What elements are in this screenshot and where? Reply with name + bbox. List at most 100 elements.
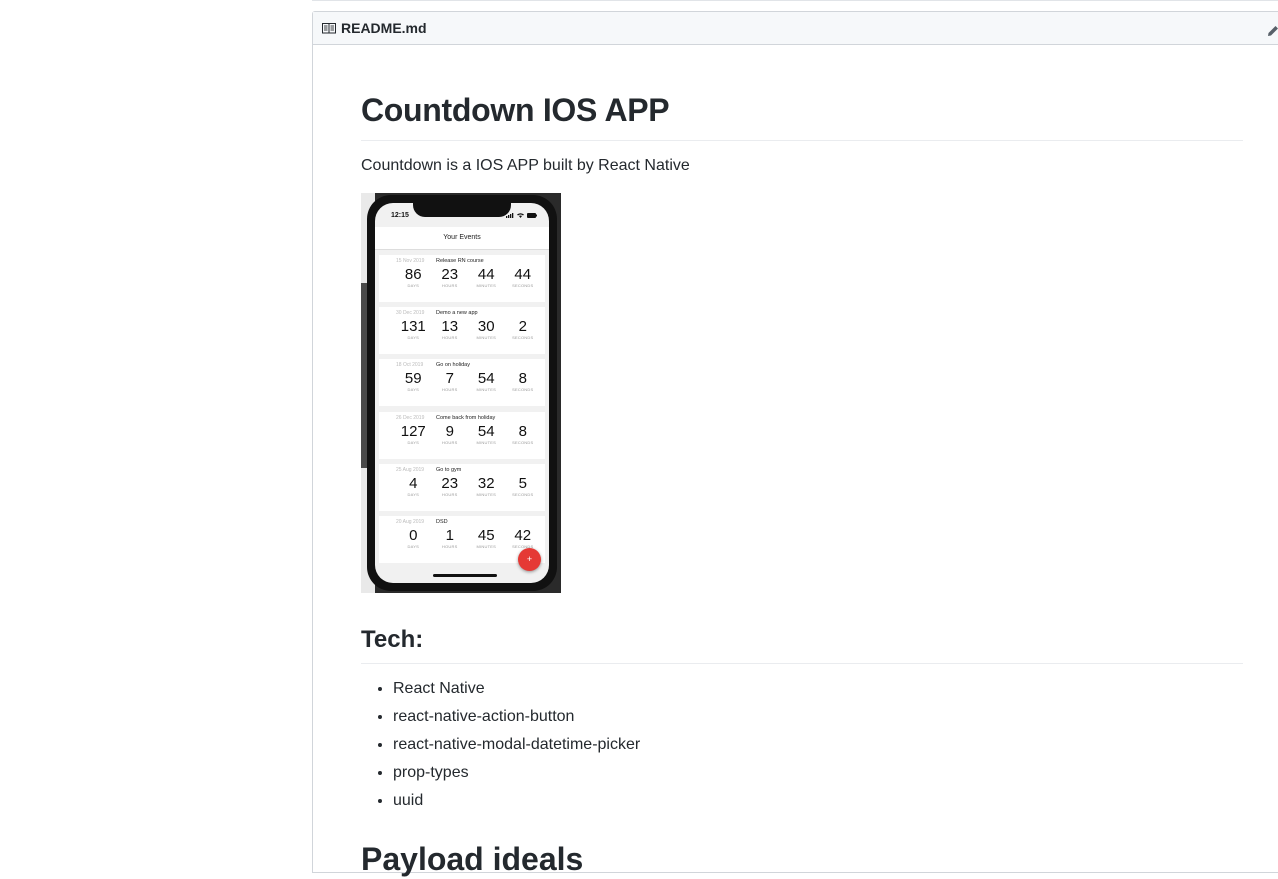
countdown-unit: DAYS xyxy=(407,387,419,393)
event-date: 26 Dec 2019 xyxy=(396,414,425,421)
countdown-column: 8 SECONDS xyxy=(505,422,542,445)
countdown-unit: DAYS xyxy=(407,439,419,445)
app-screenshot-image: 12:15 Your Events 15 Nov 2019 Release RN… xyxy=(361,193,561,593)
tech-list-item: React Native xyxy=(393,679,640,699)
tech-list-item: react-native-action-button xyxy=(393,707,640,727)
countdown-unit: SECONDS xyxy=(512,439,534,445)
countdown-value: 13 xyxy=(441,318,459,336)
countdown-unit: DAYS xyxy=(407,283,419,288)
event-card: 30 Dec 2019 Demo a new app 131 DAYS 13 HOURS 3… xyxy=(379,307,545,355)
countdown-unit: HOURS xyxy=(442,335,458,341)
countdown-value: 127 xyxy=(400,422,426,440)
countdown-value: 59 xyxy=(404,370,422,388)
countdown-value: 54 xyxy=(477,422,495,440)
event-date: 15 Nov 2019 xyxy=(396,258,425,264)
countdown-value: 0 xyxy=(409,526,418,544)
countdown-value: 5 xyxy=(518,474,527,492)
pencil-icon[interactable] xyxy=(1267,24,1278,36)
countdown-column: 42 SECONDS xyxy=(505,526,542,549)
countdown-column: 13 HOURS xyxy=(432,318,469,341)
countdown-value: 2 xyxy=(518,318,527,336)
countdown-column: 5 SECONDS xyxy=(505,474,542,497)
countdown-column: 59 DAYS xyxy=(395,370,432,393)
countdown-column: 4 DAYS xyxy=(395,475,432,497)
countdown-value: 131 xyxy=(400,318,426,336)
event-title: DSD xyxy=(436,518,448,525)
countdown-column: 45 MINUTES xyxy=(468,527,505,549)
readme-panel: README.md Countdown IOS APP Countdown is… xyxy=(312,11,1278,877)
countdown-unit: MINUTES xyxy=(476,387,496,393)
countdown-column: 131 DAYS xyxy=(395,318,432,341)
event-card: 25 Aug 2019 Go to gym 4 DAYS 23 HOURS 32 MINUTE… xyxy=(379,463,545,511)
countdown-value: 7 xyxy=(445,370,454,388)
status-time: 12:15 xyxy=(391,212,409,219)
countdown-column: 86 DAYS xyxy=(395,267,432,289)
countdown-column: 8 SECONDS xyxy=(505,371,542,393)
add-event-button: + xyxy=(518,548,541,571)
top-divider xyxy=(312,0,1278,1)
event-date: 30 Dec 2019 xyxy=(396,310,425,317)
countdown-value: 23 xyxy=(441,474,459,492)
countdown-column: 30 MINUTES xyxy=(468,318,505,341)
countdown-unit: MINUTES xyxy=(476,491,496,497)
event-date: 18 Oct 2019 xyxy=(396,362,424,369)
countdown-value: 30 xyxy=(477,318,495,336)
readme-header: README.md xyxy=(313,12,1278,45)
event-countdown: 59 DAYS 7 HOURS 54 MINUTES 8 SECONDS xyxy=(395,370,542,393)
countdown-column: 9 HOURS xyxy=(432,422,469,445)
countdown-unit: SECONDS xyxy=(512,335,534,341)
countdown-unit: MINUTES xyxy=(476,543,496,549)
tech-list-item: react-native-modal-datetime-picker xyxy=(393,735,640,755)
phone-notch xyxy=(413,203,511,217)
countdown-value: 9 xyxy=(445,422,454,440)
tech-list: React Native react-native-action-button re… xyxy=(361,679,640,819)
book-icon xyxy=(322,22,336,34)
countdown-value: 42 xyxy=(514,526,532,544)
countdown-value: 32 xyxy=(477,474,495,492)
event-title: Release RN course xyxy=(436,258,484,264)
countdown-value: 23 xyxy=(441,266,459,283)
event-countdown: 4 DAYS 23 HOURS 32 MINUTES 5 SECONDS xyxy=(395,474,542,497)
signal-icon xyxy=(506,213,514,218)
countdown-column: 23 HOURS xyxy=(432,474,469,497)
countdown-column: 0 DAYS xyxy=(395,526,432,549)
countdown-unit: MINUTES xyxy=(476,439,496,445)
countdown-column: 54 MINUTES xyxy=(468,370,505,393)
countdown-unit: SECONDS xyxy=(512,543,534,549)
countdown-unit: DAYS xyxy=(407,491,419,497)
countdown-column: 127 DAYS xyxy=(395,422,432,445)
countdown-unit: HOURS xyxy=(442,439,458,445)
phone-screen: 12:15 Your Events 15 Nov 2019 Release RN… xyxy=(375,203,549,583)
countdown-unit: SECONDS xyxy=(512,491,534,497)
event-card: 15 Nov 2019 Release RN course 86 DAYS 23 HOUR… xyxy=(379,255,545,302)
tech-list-item: prop-types xyxy=(393,763,640,783)
home-indicator xyxy=(433,574,497,577)
event-card: 18 Oct 2019 Go on holiday 59 DAYS 7 HOURS 54 MI… xyxy=(379,359,545,407)
event-card: 26 Dec 2019 Come back from holiday 127 DAYS… xyxy=(379,411,545,459)
event-title: Go to gym xyxy=(436,466,462,473)
tech-heading: Tech: xyxy=(361,625,1243,664)
event-list: 15 Nov 2019 Release RN course 86 DAYS 23 HOUR… xyxy=(379,255,545,568)
battery-icon xyxy=(527,213,537,218)
countdown-unit: HOURS xyxy=(442,491,458,497)
event-countdown: 86 DAYS 23 HOURS 44 MINUTES 44 SECONDS xyxy=(395,266,542,289)
status-icons xyxy=(506,213,537,218)
event-countdown: 0 DAYS 1 HOURS 45 MINUTES 42 SECONDS xyxy=(395,526,542,549)
phone-frame: 12:15 Your Events 15 Nov 2019 Release RN… xyxy=(367,195,557,591)
countdown-column: 32 MINUTES xyxy=(468,474,505,497)
wifi-icon xyxy=(517,213,524,218)
page-title: Countdown IOS APP xyxy=(361,90,1243,141)
event-title: Come back from holiday xyxy=(436,414,496,421)
countdown-value: 54 xyxy=(477,370,495,388)
countdown-unit: SECONDS xyxy=(512,387,534,393)
countdown-value: 44 xyxy=(477,266,495,283)
countdown-value: 1 xyxy=(445,526,454,544)
intro-text: Countdown is a IOS APP built by React Na… xyxy=(361,157,690,174)
event-date: 25 Aug 2019 xyxy=(396,466,425,473)
countdown-column: 44 SECONDS xyxy=(505,266,542,289)
countdown-value: 44 xyxy=(514,266,532,283)
event-title: Demo a new app xyxy=(436,310,478,317)
countdown-value: 8 xyxy=(518,422,527,440)
countdown-unit: DAYS xyxy=(407,335,419,341)
countdown-unit: HOURS xyxy=(442,387,458,393)
